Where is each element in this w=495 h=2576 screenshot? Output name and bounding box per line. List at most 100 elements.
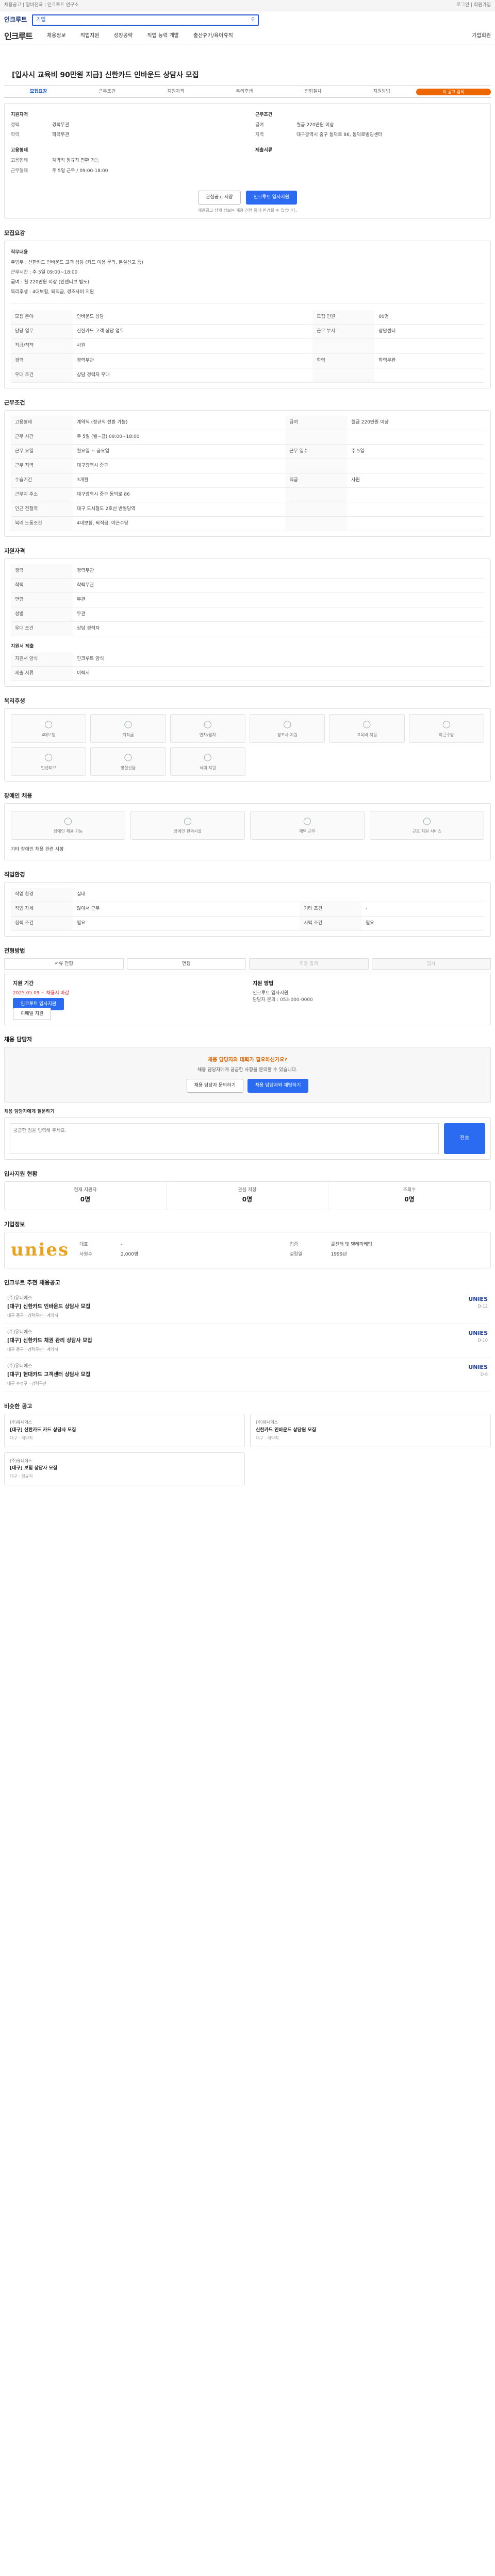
nav-item-5[interactable]: 출산휴가/육아휴직 bbox=[193, 32, 233, 40]
topbar-left: 채용공고 | 알바천국 | 인크루트 연구소 bbox=[4, 2, 79, 8]
calendar-icon: ◯ bbox=[203, 720, 212, 729]
question-input[interactable] bbox=[10, 1123, 439, 1155]
row-value: 학력무관 bbox=[73, 578, 484, 593]
list-item[interactable]: (주)유니에스 [대구] 신한카드 인바운드 상담사 모집 대구 중구 · 경력무관… bbox=[4, 1290, 491, 1325]
main-navigation: 인크루트 채용정보 직업지원 성장공략 직업 능력 개발 출산휴가/육아휴직 기… bbox=[0, 29, 495, 44]
row-key: 모집 인원 bbox=[312, 310, 375, 325]
similar-card[interactable]: (주)유니에스 신한카드 인바운드 상담원 모집 대구 · 계약직 bbox=[250, 1414, 491, 1447]
spec-label: 장애인 편의시설 bbox=[173, 829, 202, 834]
site-logo[interactable]: 인크루트 bbox=[4, 15, 27, 24]
job-company: (주)유니에스 bbox=[7, 1364, 32, 1369]
summary-right-head: 근무조건 bbox=[255, 112, 273, 118]
row-value: 주 5일 bbox=[347, 444, 484, 459]
tab-qualify[interactable]: 지원자격 bbox=[141, 89, 210, 95]
nav-brand[interactable]: 인크루트 bbox=[4, 30, 33, 42]
company-value: 2,000명 bbox=[121, 1252, 139, 1258]
search-badge[interactable]: 이 공고 검색 bbox=[416, 88, 491, 96]
summary-key: 근무형태 bbox=[11, 168, 28, 174]
row-key: 모집 분야 bbox=[11, 310, 73, 325]
job-title-link[interactable]: [대구] 신한카드 인바운드 상담사 모집 bbox=[7, 1303, 426, 1311]
spec-card: ◯ 재택 근무 bbox=[250, 811, 365, 840]
conditions-table: 고용형태 계약직 (정규직 전환 가능) 급여 월급 220만원 이상 근무 시간 주 … bbox=[11, 415, 484, 531]
company-value: 콜센터 및 텔레마케팅 bbox=[331, 1242, 372, 1248]
nav-business[interactable]: 기업회원 bbox=[472, 32, 491, 40]
spec-label: 근로 지원 서비스 bbox=[412, 829, 442, 834]
recruit-line: 복리후생 : 4대보험, 퇴직금, 경조사비 지원 bbox=[11, 290, 94, 295]
gift-icon: ◯ bbox=[283, 720, 291, 729]
job-title: [입사시 교육비 90만원 지급] 신한카드 인바운드 상담사 모집 bbox=[12, 71, 199, 79]
row-key: 근무 일수 bbox=[285, 444, 348, 459]
summary-value: 주 5일 근무 / 09:00-18:00 bbox=[52, 168, 108, 174]
row-key: 성별 bbox=[11, 607, 73, 622]
recruit-head: 직무내용 bbox=[11, 250, 28, 256]
question-label: 채용 담당자에게 질문하기 bbox=[4, 1109, 55, 1115]
search-icon[interactable]: ⚲ bbox=[251, 16, 255, 24]
row-key: 근무 요일 bbox=[11, 444, 73, 459]
job-title-link[interactable]: [대구] 신한카드 채권 관리 상담사 모집 bbox=[7, 1337, 426, 1345]
tab-recruit[interactable]: 모집요강 bbox=[4, 89, 73, 95]
nav-item-4[interactable]: 직업 능력 개발 bbox=[147, 32, 179, 40]
steps-section: 전형방법 서류 전형 면접 최종 합격 입사 지원 기간 2025.05.09 ~… bbox=[4, 947, 491, 1025]
similar-meta: 대구 · 계약직 bbox=[256, 1435, 279, 1440]
section-title: 인크루트 추천 채용공고 bbox=[4, 1279, 60, 1286]
benefit-card: ◯ 연차/월차 bbox=[170, 714, 245, 743]
coin-icon: ◯ bbox=[124, 720, 133, 729]
row-key bbox=[285, 487, 348, 502]
step-3: 최종 합격 bbox=[249, 958, 369, 970]
row-key: 근무 시간 bbox=[11, 430, 73, 445]
summary-key: 지역 bbox=[255, 132, 264, 138]
row-key bbox=[312, 368, 375, 383]
row-value: 월급 220만원 이상 bbox=[347, 415, 484, 430]
chat-button[interactable]: 채용 담당자와 채팅하기 bbox=[247, 1079, 309, 1093]
summary-key: 급여 bbox=[255, 123, 264, 128]
support-icon: ◯ bbox=[423, 817, 431, 826]
nav-item-2[interactable]: 직업지원 bbox=[80, 32, 100, 40]
company-value: - bbox=[121, 1242, 123, 1248]
list-item[interactable]: (주)유니에스 [대구] 신한카드 채권 관리 상담사 모집 대구 중구 · 경력무… bbox=[4, 1324, 491, 1359]
row-key: 우대 조건 bbox=[11, 621, 73, 637]
row-key: 직급 bbox=[285, 473, 348, 488]
similar-title[interactable]: [대구] 보험 상담사 모집 bbox=[10, 1465, 239, 1472]
table-row: 모집 분야 인바운드 상담 모집 인원 00명 bbox=[11, 310, 484, 325]
tab-apply[interactable]: 지원방법 bbox=[348, 89, 416, 95]
similar-section: 비슷한 공고 (주)유니에스 [대구] 신한카드 카드 상담사 모집 대구 · 계약… bbox=[4, 1402, 491, 1485]
row-value bbox=[347, 516, 484, 531]
summary-key: 고용형태 bbox=[11, 158, 28, 164]
row-value: 상담센터 bbox=[374, 324, 484, 340]
row-key: 인근 전철역 bbox=[11, 502, 73, 517]
benefit-card: ◯ 인센티브 bbox=[11, 747, 87, 776]
apply-email-button[interactable]: 이메일 지원 bbox=[13, 1007, 52, 1020]
table-row: 우대 조건 상담 경력자 우대 bbox=[11, 368, 484, 383]
send-button[interactable]: 전송 bbox=[444, 1123, 485, 1155]
apply-method-head: 지원 방법 bbox=[253, 981, 274, 987]
search-input[interactable]: 기업 ⚲ bbox=[32, 14, 259, 26]
inquiry-button[interactable]: 채용 담당자 문의하기 bbox=[186, 1079, 243, 1093]
row-key: 청력 조건 bbox=[11, 916, 73, 931]
similar-card[interactable]: (주)유니에스 [대구] 보험 상담사 모집 대구 · 정규직 bbox=[4, 1452, 245, 1485]
nav-item-3[interactable]: 성장공략 bbox=[114, 32, 133, 40]
nav-item-1[interactable]: 채용정보 bbox=[47, 32, 66, 40]
similar-title[interactable]: [대구] 신한카드 카드 상담사 모집 bbox=[10, 1427, 239, 1434]
apply-button[interactable]: 인크루트 입사지원 bbox=[245, 190, 297, 205]
similar-card[interactable]: (주)유니에스 [대구] 신한카드 카드 상담사 모집 대구 · 계약직 bbox=[4, 1414, 245, 1447]
section-title: 지원자격 bbox=[4, 547, 25, 554]
row-value bbox=[347, 459, 484, 473]
job-title-link[interactable]: [대구] 현대카드 고객센터 상담사 모집 bbox=[7, 1371, 426, 1379]
row-key: 근무 부서 bbox=[312, 324, 375, 340]
benefit-card: ◯ 경조사 지원 bbox=[249, 714, 325, 743]
section-title: 전형방법 bbox=[4, 947, 25, 955]
benefit-label: 인센티브 bbox=[41, 765, 56, 770]
similar-title[interactable]: 신한카드 인바운드 상담원 모집 bbox=[256, 1427, 485, 1434]
scrap-button[interactable]: 관심공고 저장 bbox=[198, 190, 241, 205]
company-value: 1999년 bbox=[331, 1252, 347, 1258]
tab-benefits[interactable]: 복리후생 bbox=[210, 89, 278, 95]
row-value: 사원 bbox=[347, 473, 484, 488]
recruit-line: 주업무 : 신한카드 인바운드 고객 상담 (카드 이용 문의, 분실신고 등) bbox=[11, 260, 143, 266]
stat-key: 관심 저장 bbox=[238, 1188, 257, 1193]
benefit-card: ◯ 4대보험 bbox=[11, 714, 87, 743]
tab-process[interactable]: 전형절차 bbox=[279, 89, 348, 95]
process-head: 지원서 제출 bbox=[11, 644, 34, 650]
tab-conditions[interactable]: 근무조건 bbox=[73, 89, 141, 95]
topbar-right[interactable]: 로그인 | 회원가입 bbox=[456, 2, 491, 9]
list-item[interactable]: (주)유니에스 [대구] 현대카드 고객센터 상담사 모집 대구 수성구 · 경력무… bbox=[4, 1358, 491, 1393]
